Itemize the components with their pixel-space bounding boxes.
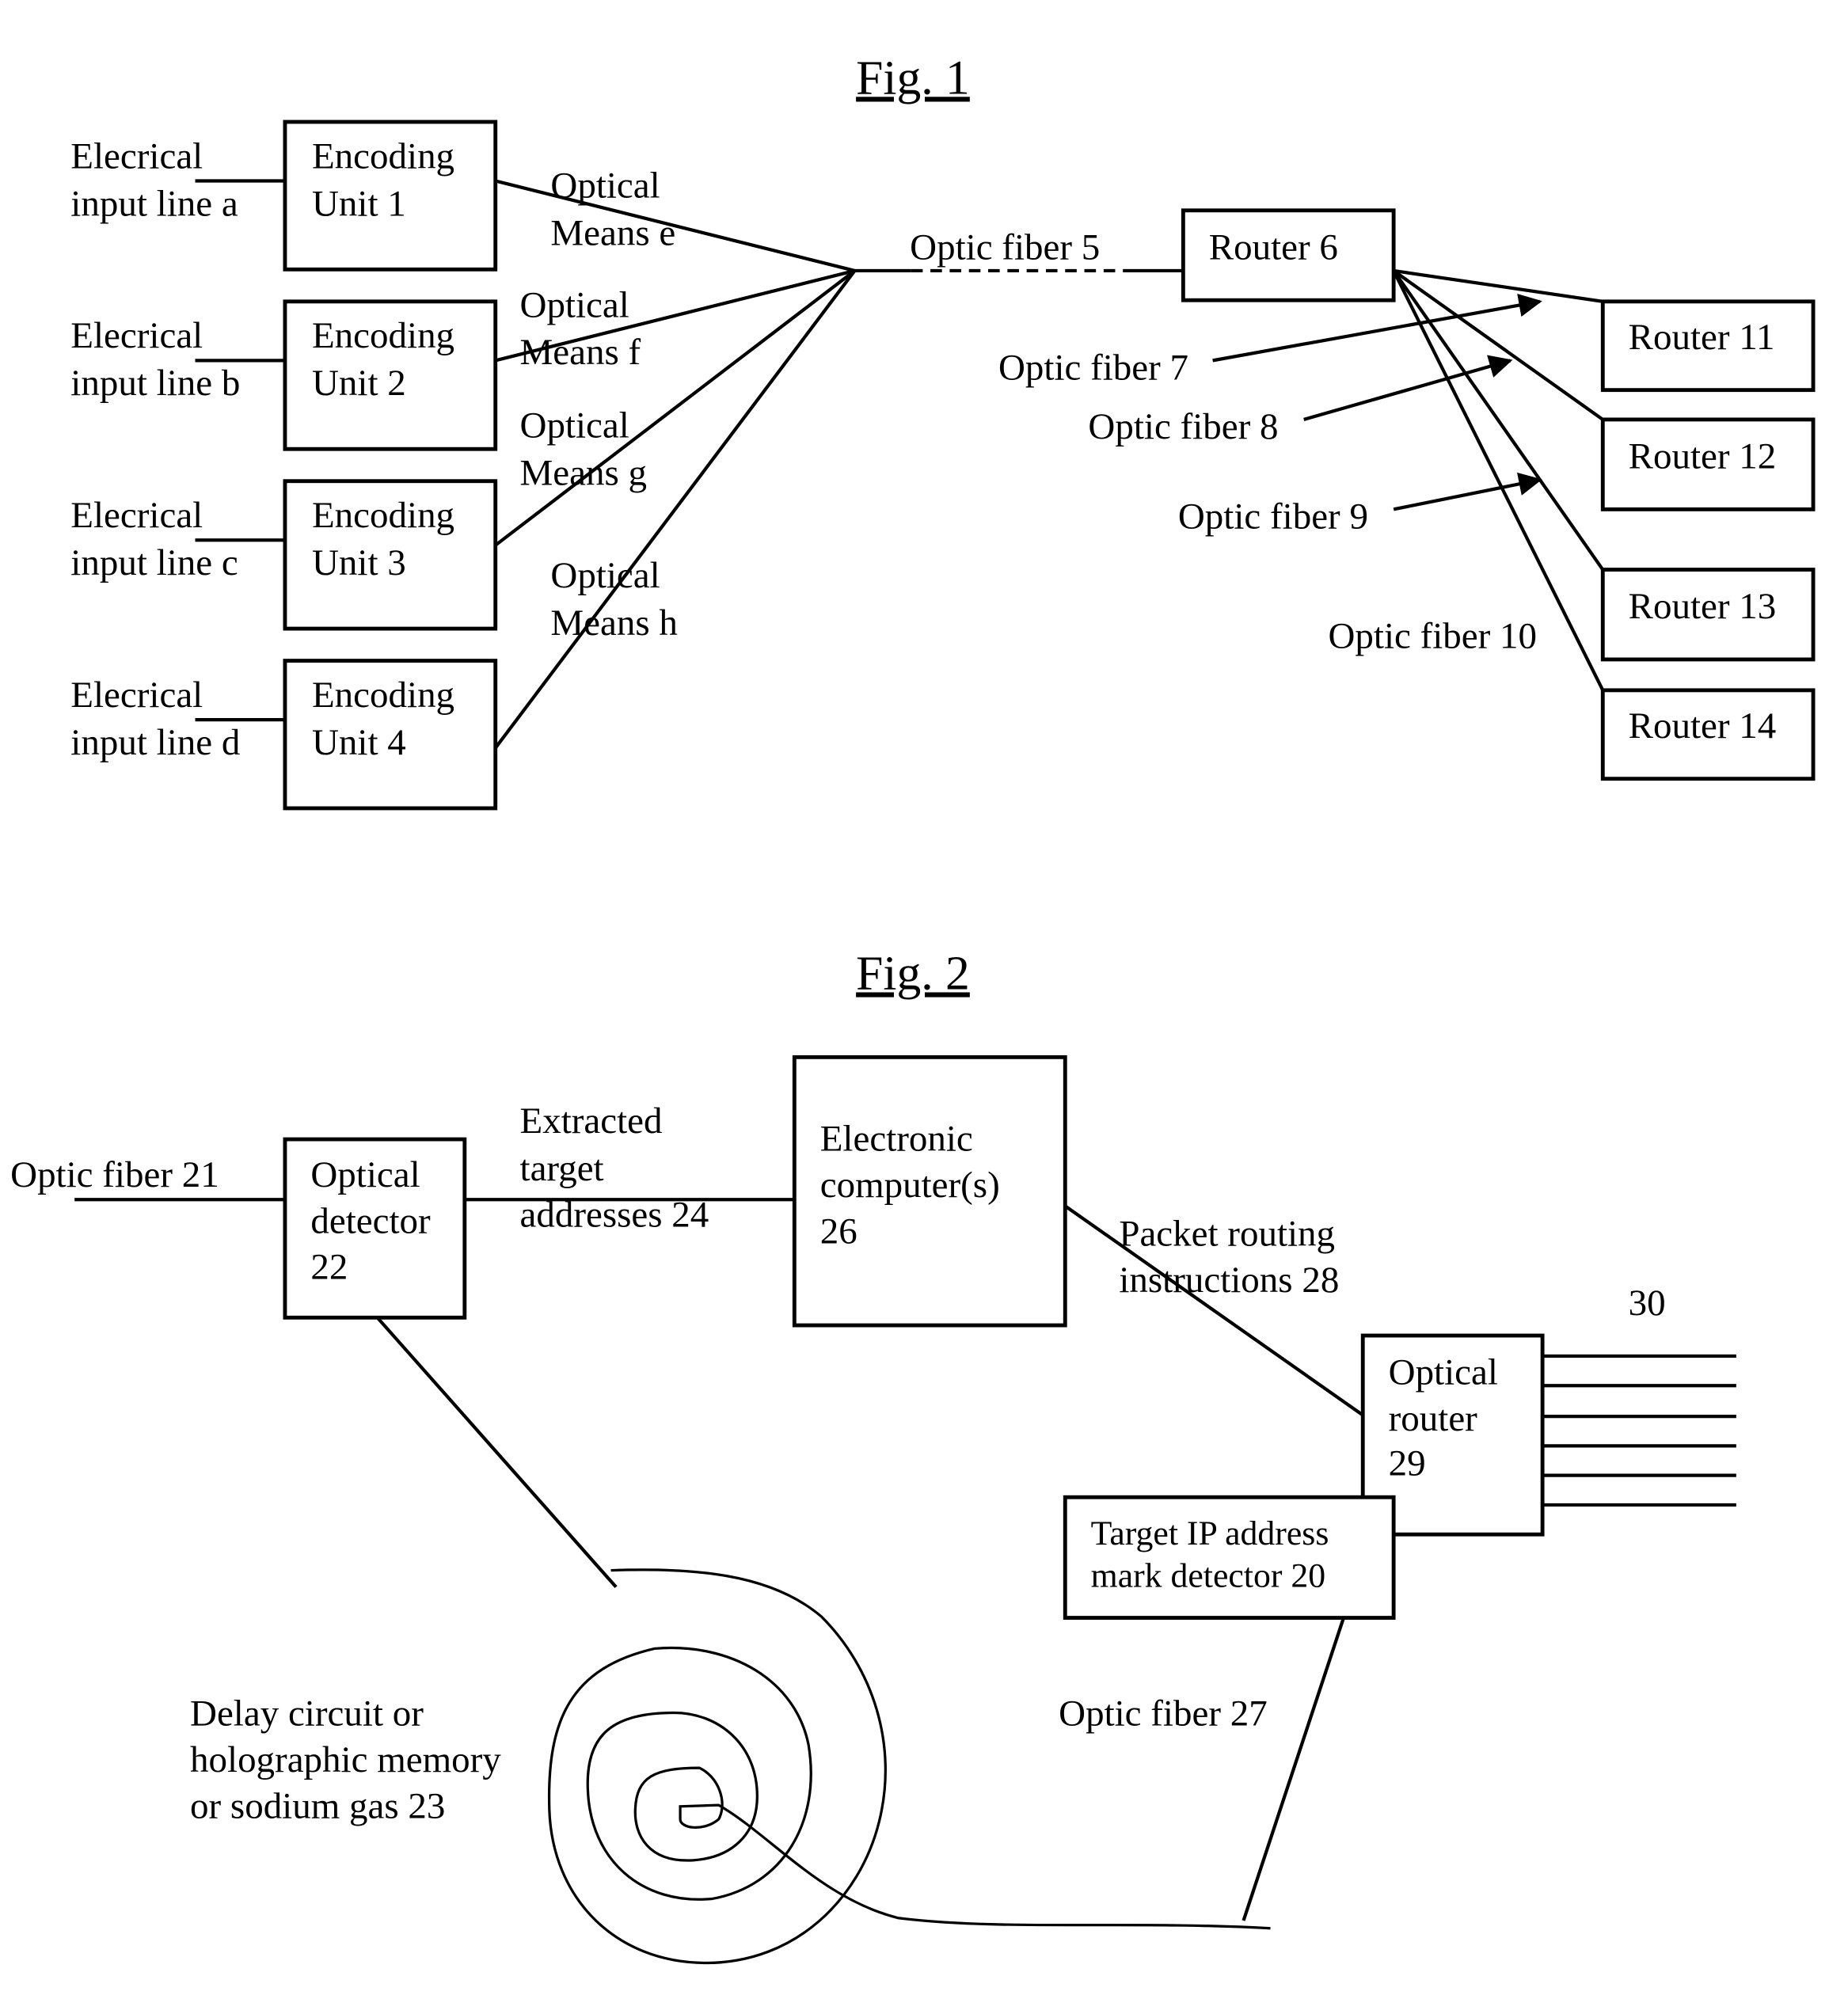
encoder-1-label-1: Encoding [312, 135, 454, 177]
router-6-label: Router 6 [1209, 226, 1338, 268]
encoder-3-label-2: Unit 3 [312, 542, 406, 583]
delay-label-2: holographic memory [190, 1739, 501, 1780]
optic-fiber-7-line [1393, 268, 1603, 303]
router-14: Router 14 [1600, 688, 1816, 781]
optic-fiber-9-line [1392, 269, 1605, 571]
optical-means-f-label-1: Optical [520, 284, 629, 325]
optical-means-e-label-1: Optical [550, 165, 660, 207]
optical-means-h-label-1: Optical [550, 555, 660, 596]
fig1-title: Fig. 1 [856, 51, 970, 104]
optical-router-label-1: Optical [1389, 1352, 1498, 1393]
router-14-label: Router 14 [1629, 705, 1777, 747]
detector-to-delay-line [376, 1316, 618, 1589]
optical-means-g-label-1: Optical [520, 405, 629, 446]
router-11-label: Router 11 [1629, 317, 1775, 358]
input-label-c-1: Elecrical [70, 495, 203, 536]
optical-means-h-label-2: Means h [550, 602, 678, 644]
detector-label-2: detector [310, 1200, 431, 1241]
router-13-label: Router 13 [1629, 586, 1777, 627]
encoder-2-label-2: Unit 2 [312, 363, 406, 404]
detector-label-1: Optical [310, 1154, 420, 1195]
extracted-label-1: Extracted [520, 1100, 663, 1142]
optic-fiber-8-line [1392, 269, 1604, 421]
outputs-30-label: 30 [1629, 1282, 1666, 1324]
optic-fiber-10-label: Optic fiber 10 [1328, 615, 1537, 656]
optical-means-g-label-2: Means g [520, 453, 648, 494]
router-6: Router 6 [1181, 208, 1396, 302]
input-label-b-1: Elecrical [70, 315, 203, 356]
encoding-unit-1: Encoding Unit 1 [283, 120, 498, 272]
encoding-unit-3: Encoding Unit 3 [283, 479, 498, 631]
packet-label-2: instructions 28 [1119, 1260, 1339, 1301]
input-labels: Elecrical input line a Elecrical input l… [70, 135, 240, 763]
patent-figures: Fig. 1 Elecrical input line a Elecrical … [10, 51, 1816, 1965]
optic-fiber-27-label: Optic fiber 27 [1059, 1693, 1268, 1735]
mark-detector-label-2: mark detector 20 [1091, 1557, 1325, 1595]
input-label-c-2: input line c [70, 542, 238, 583]
computer-label-3: 26 [820, 1210, 857, 1252]
optical-detector-22: Optical detector 22 [283, 1137, 467, 1320]
target-ip-mark-detector-20: Target IP address mark detector 20 [1063, 1495, 1396, 1620]
computer-label-2: computer(s) [820, 1165, 1000, 1206]
optical-means-e-label-2: Means e [550, 213, 675, 254]
optic-fiber-7-label: Optic fiber 7 [998, 348, 1188, 389]
router-12-label: Router 12 [1629, 436, 1777, 477]
optic-fiber-9-arrow [1393, 472, 1542, 511]
optic-fiber-8-label: Optic fiber 8 [1088, 406, 1278, 447]
optic-fiber-27-line [1242, 1617, 1345, 1921]
encoder-3-label-1: Encoding [312, 495, 454, 536]
optical-router-label-2: router [1389, 1398, 1478, 1439]
router-11: Router 11 [1600, 299, 1816, 393]
optic-fiber-9-label: Optic fiber 9 [1178, 496, 1368, 538]
optic-fiber-8-arrow [1303, 355, 1513, 421]
optical-means-f-label-2: Means f [520, 332, 641, 373]
router-12: Router 12 [1600, 417, 1816, 511]
encoding-unit-2: Encoding Unit 2 [283, 299, 498, 451]
optic-fiber-7-arrow [1212, 294, 1542, 363]
optic-fiber-21-label: Optic fiber 21 [10, 1154, 219, 1195]
input-label-b-2: input line b [70, 363, 240, 404]
optical-router-label-3: 29 [1389, 1443, 1426, 1484]
encoding-unit-4: Encoding Unit 4 [283, 659, 498, 811]
optic-fiber-5-label: Optic fiber 5 [910, 226, 1100, 268]
encoder-4-label-2: Unit 4 [312, 722, 406, 763]
input-label-a-2: input line a [70, 183, 238, 224]
figure-2: Fig. 2 Optic fiber 21 Optical detector 2… [10, 946, 1736, 1965]
extracted-label-2: target [520, 1148, 604, 1189]
encoder-4-label-1: Encoding [312, 674, 454, 716]
router-13: Router 13 [1600, 568, 1816, 662]
input-label-d-1: Elecrical [70, 674, 203, 716]
input-label-d-2: input line d [70, 722, 240, 763]
detector-label-3: 22 [310, 1247, 348, 1288]
delay-coil-spiral [547, 1568, 1271, 1965]
electronic-computer-26: Electronic computer(s) 26 [792, 1054, 1067, 1328]
input-label-a-1: Elecrical [70, 135, 203, 177]
figure-1: Fig. 1 Elecrical input line a Elecrical … [70, 51, 1816, 811]
fig2-title: Fig. 2 [856, 946, 970, 1000]
computer-label-1: Electronic [820, 1119, 973, 1160]
packet-label-1: Packet routing [1119, 1214, 1335, 1255]
extracted-label-3: addresses 24 [520, 1194, 709, 1235]
delay-label-1: Delay circuit or [190, 1693, 424, 1735]
encoder-1-label-2: Unit 1 [312, 183, 406, 224]
mark-detector-label-1: Target IP address [1091, 1514, 1329, 1552]
output-lines-30 [1542, 1354, 1736, 1507]
delay-label-3: or sodium gas 23 [190, 1785, 445, 1826]
encoder-2-label-1: Encoding [312, 315, 454, 356]
